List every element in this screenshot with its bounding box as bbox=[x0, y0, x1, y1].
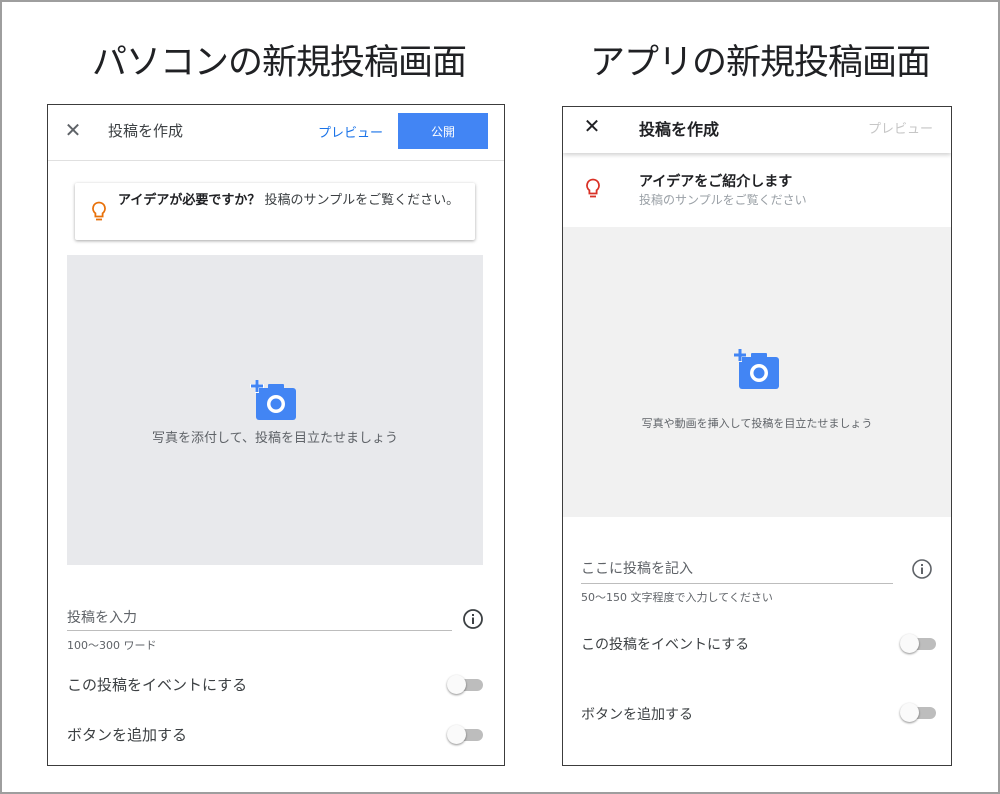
post-text-input[interactable]: ここに投稿を記入 bbox=[581, 556, 893, 584]
pc-heading: パソコンの新規投稿画面 bbox=[92, 43, 467, 83]
ideas-body: 投稿のサンプルをご覧ください。 bbox=[260, 193, 460, 208]
post-length-hint: 50〜150 文字程度で入力してください bbox=[581, 591, 773, 604]
toggle-knob bbox=[900, 634, 919, 653]
photo-upload-area[interactable]: 写真や動画を挿入して投稿を目立たせましょう bbox=[563, 227, 951, 517]
photo-upload-area[interactable]: 写真を添付して、投稿を目立たせましょう bbox=[67, 255, 483, 565]
app-top-bar: ✕ 投稿を作成 プレビュー bbox=[563, 107, 951, 153]
page-title: 投稿を作成 bbox=[108, 122, 184, 140]
ideas-row[interactable]: アイデアをご紹介します 投稿のサンプルをご覧ください bbox=[563, 163, 951, 219]
pc-new-post-panel: ✕ 投稿を作成 プレビュー 公開 アイデアが必要ですか？ 投稿のサンプルをご覧く… bbox=[47, 104, 505, 766]
post-length-hint: 100〜300 ワード bbox=[67, 639, 157, 652]
add-photo-icon bbox=[250, 380, 296, 420]
post-placeholder: 投稿を入力 bbox=[67, 610, 137, 626]
lightbulb-icon bbox=[92, 201, 106, 221]
ideas-bold: アイデアが必要ですか？ bbox=[118, 193, 261, 208]
post-placeholder: ここに投稿を記入 bbox=[581, 561, 693, 577]
toggle-knob bbox=[447, 725, 466, 744]
add-button-label: ボタンを追加する bbox=[581, 707, 693, 723]
event-toggle-label: この投稿をイベントにする bbox=[67, 676, 248, 694]
event-toggle[interactable] bbox=[900, 633, 938, 653]
publish-button[interactable]: 公開 bbox=[398, 113, 488, 149]
add-photo-icon bbox=[733, 349, 779, 389]
preview-link[interactable]: プレビュー bbox=[318, 122, 383, 141]
app-new-post-panel: ✕ 投稿を作成 プレビュー アイデアをご紹介します 投稿のサンプルをご覧ください… bbox=[562, 106, 952, 766]
toggle-knob bbox=[447, 675, 466, 694]
lightbulb-icon bbox=[586, 178, 600, 198]
toggle-knob bbox=[900, 703, 919, 722]
ideas-text: アイデアが必要ですか？ 投稿のサンプルをご覧ください。 bbox=[118, 191, 466, 210]
info-icon[interactable] bbox=[911, 558, 933, 580]
preview-link[interactable]: プレビュー bbox=[868, 118, 933, 137]
close-icon[interactable]: ✕ bbox=[62, 119, 84, 141]
info-icon[interactable] bbox=[462, 608, 484, 630]
app-heading: アプリの新規投稿画面 bbox=[590, 43, 931, 83]
event-toggle-label: この投稿をイベントにする bbox=[581, 637, 750, 653]
pc-top-bar: ✕ 投稿を作成 プレビュー 公開 bbox=[48, 105, 504, 161]
photo-caption: 写真や動画を挿入して投稿を目立たせましょう bbox=[641, 417, 873, 430]
ideas-title: アイデアをご紹介します bbox=[639, 174, 793, 190]
event-toggle[interactable] bbox=[447, 674, 485, 694]
close-icon[interactable]: ✕ bbox=[581, 115, 603, 137]
add-button-toggle[interactable] bbox=[447, 724, 485, 744]
ideas-subtitle: 投稿のサンプルをご覧ください bbox=[639, 193, 807, 207]
add-button-toggle[interactable] bbox=[900, 702, 938, 722]
post-text-input[interactable]: 投稿を入力 bbox=[67, 605, 452, 631]
page-title: 投稿を作成 bbox=[639, 120, 720, 139]
add-button-label: ボタンを追加する bbox=[67, 726, 188, 744]
ideas-card[interactable]: アイデアが必要ですか？ 投稿のサンプルをご覧ください。 bbox=[75, 183, 475, 240]
photo-caption: 写真を添付して、投稿を目立たせましょう bbox=[152, 431, 398, 446]
